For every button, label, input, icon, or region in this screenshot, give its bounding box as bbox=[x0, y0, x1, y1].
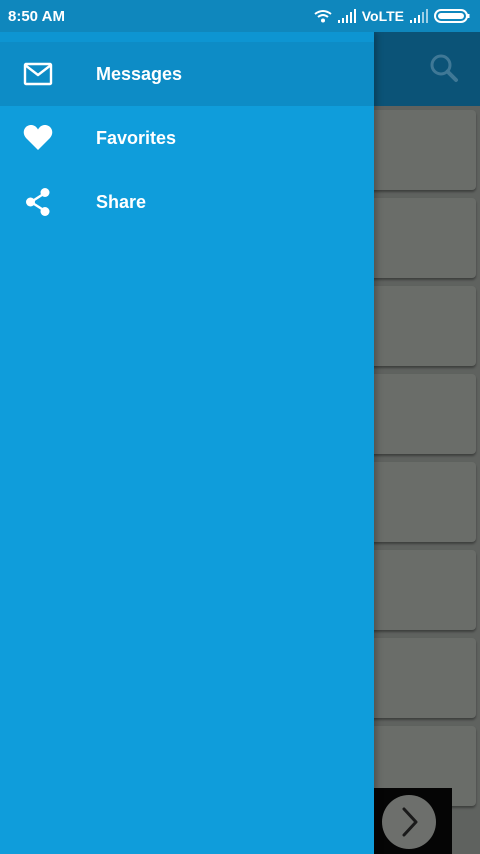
signal-icon bbox=[410, 9, 428, 23]
search-icon bbox=[430, 54, 458, 82]
nav-item-label: Favorites bbox=[96, 127, 177, 148]
list-card[interactable] bbox=[366, 550, 476, 630]
status-time: 8:50 AM bbox=[8, 8, 65, 25]
nav-item-favorites[interactable]: Favorites bbox=[0, 106, 374, 170]
battery-icon bbox=[434, 9, 470, 23]
nav-item-label: Messages bbox=[96, 63, 183, 84]
wifi-icon bbox=[314, 10, 332, 23]
status-bar: 8:50 AM VoLTE bbox=[0, 0, 480, 32]
screen: 8:50 AM VoLTE Messages Favorites Share bbox=[0, 0, 480, 854]
next-button[interactable] bbox=[382, 795, 436, 849]
list-card[interactable] bbox=[366, 286, 476, 366]
list-card[interactable] bbox=[366, 374, 476, 454]
list-card[interactable] bbox=[366, 198, 476, 278]
share-icon bbox=[22, 186, 54, 218]
list-card[interactable] bbox=[366, 110, 476, 190]
signal-icon bbox=[337, 9, 356, 23]
network-label: VoLTE bbox=[361, 8, 404, 24]
nav-item-share[interactable]: Share bbox=[0, 170, 374, 234]
search-button[interactable] bbox=[426, 50, 462, 86]
nav-item-label: Share bbox=[96, 191, 147, 212]
nav-item-messages[interactable]: Messages bbox=[0, 42, 374, 106]
heart-icon bbox=[22, 122, 54, 154]
mail-icon bbox=[22, 58, 54, 90]
navigation-drawer: Messages Favorites Share bbox=[0, 32, 374, 854]
chevron-right-icon bbox=[402, 807, 418, 837]
list-card[interactable] bbox=[366, 462, 476, 542]
drawer-header bbox=[0, 32, 374, 42]
status-icons: VoLTE bbox=[314, 7, 470, 25]
list-card[interactable] bbox=[366, 638, 476, 718]
